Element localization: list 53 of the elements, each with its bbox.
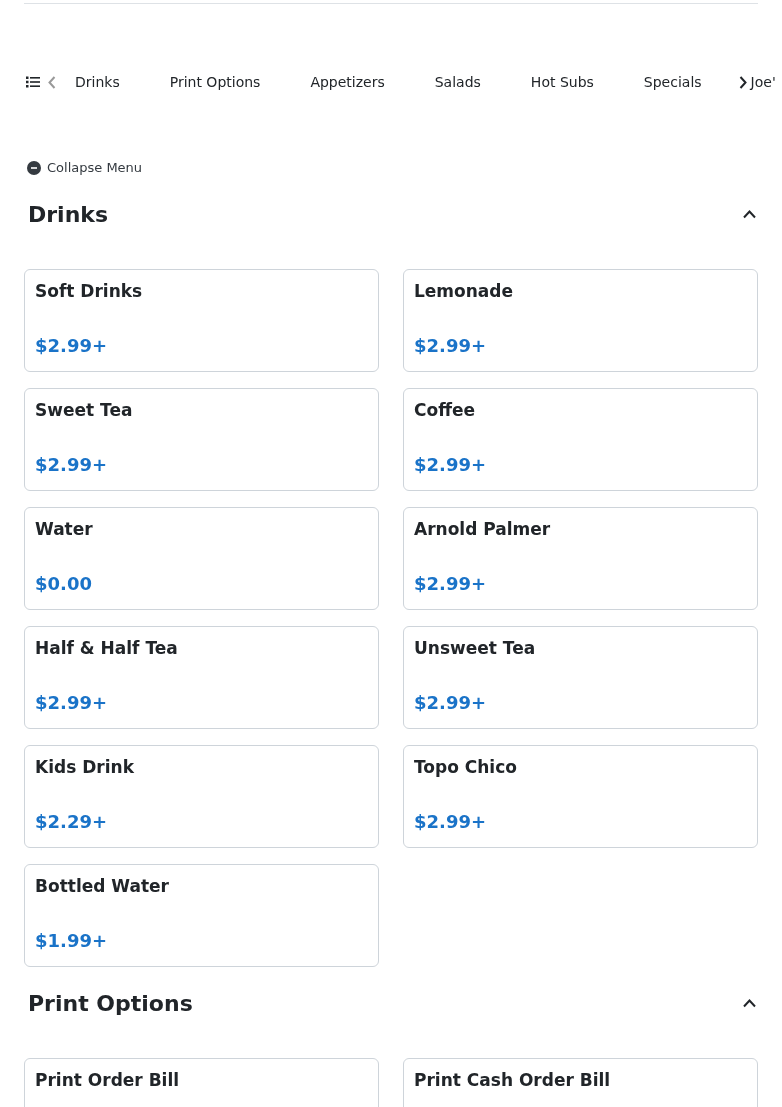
menu-item-card[interactable]: Soft Drinks $2.99+ (24, 268, 379, 372)
section-heading: Drinks (28, 200, 109, 229)
item-name: Sweet Tea (35, 398, 134, 421)
item-name: Kids Drink (35, 755, 135, 778)
chevron-icon[interactable] (743, 998, 756, 1008)
menu-item-card[interactable]: Water $0.00 (24, 506, 379, 610)
menu-item-card[interactable]: Print Order Bill (24, 1057, 379, 1107)
item-price: $2.99+ (414, 334, 488, 357)
chevron-left-icon[interactable] (48, 75, 56, 89)
category-tab[interactable]: Salads (434, 71, 481, 93)
item-name: Water (35, 517, 94, 540)
chevron-icon[interactable] (743, 209, 756, 219)
category-tab[interactable]: Hot Subs (530, 71, 594, 93)
menu-item-card[interactable]: Print Cash Order Bill (403, 1057, 758, 1107)
menu-item-card[interactable]: Arnold Palmer $2.99+ (403, 506, 758, 610)
item-name: Print Cash Order Bill (414, 1068, 612, 1091)
menu-item-card[interactable]: Sweet Tea $2.99+ (24, 387, 379, 491)
section-heading: Print Options (28, 989, 193, 1018)
item-name: Coffee (414, 398, 476, 421)
item-price: $1.99+ (35, 929, 109, 952)
menu-item-card[interactable]: Topo Chico $2.99+ (403, 744, 758, 848)
category-tab[interactable]: Joe' (750, 71, 776, 93)
item-price: $2.99+ (414, 572, 488, 595)
menu-item-card[interactable]: Coffee $2.99+ (403, 387, 758, 491)
menu-item-card[interactable]: Half & Half Tea $2.99+ (24, 625, 379, 729)
chevron-right-icon[interactable] (738, 75, 747, 89)
minus-circle-icon[interactable] (27, 160, 41, 175)
collapse-menu-link[interactable]: Collapse Menu (47, 158, 143, 178)
item-price: $2.99+ (35, 691, 109, 714)
item-name: Lemonade (414, 279, 515, 302)
item-name: Soft Drinks (35, 279, 144, 302)
item-name: Arnold Palmer (414, 517, 552, 540)
menu-item-card[interactable]: Unsweet Tea $2.99+ (403, 625, 758, 729)
item-price: $2.99+ (414, 691, 488, 714)
item-price: $2.99+ (35, 334, 109, 357)
list-icon[interactable] (26, 76, 40, 88)
item-name: Print Order Bill (35, 1068, 181, 1091)
item-price: $2.29+ (35, 810, 109, 833)
item-name: Bottled Water (35, 874, 170, 897)
category-tab[interactable]: Print Options (169, 71, 261, 93)
item-price: $0.00 (35, 572, 93, 595)
menu-item-card[interactable]: Lemonade $2.99+ (403, 268, 758, 372)
item-price: $2.99+ (414, 453, 488, 476)
item-name: Unsweet Tea (414, 636, 537, 659)
category-tab[interactable]: Appetizers (310, 71, 385, 93)
item-price: $2.99+ (414, 810, 488, 833)
menu-item-card[interactable]: Bottled Water $1.99+ (24, 863, 379, 967)
category-tab[interactable]: Drinks (75, 71, 120, 93)
item-name: Half & Half Tea (35, 636, 179, 659)
menu-item-card[interactable]: Kids Drink $2.29+ (24, 744, 379, 848)
category-tab[interactable]: Specials (643, 71, 702, 93)
item-price: $2.99+ (35, 453, 109, 476)
item-name: Topo Chico (414, 755, 518, 778)
